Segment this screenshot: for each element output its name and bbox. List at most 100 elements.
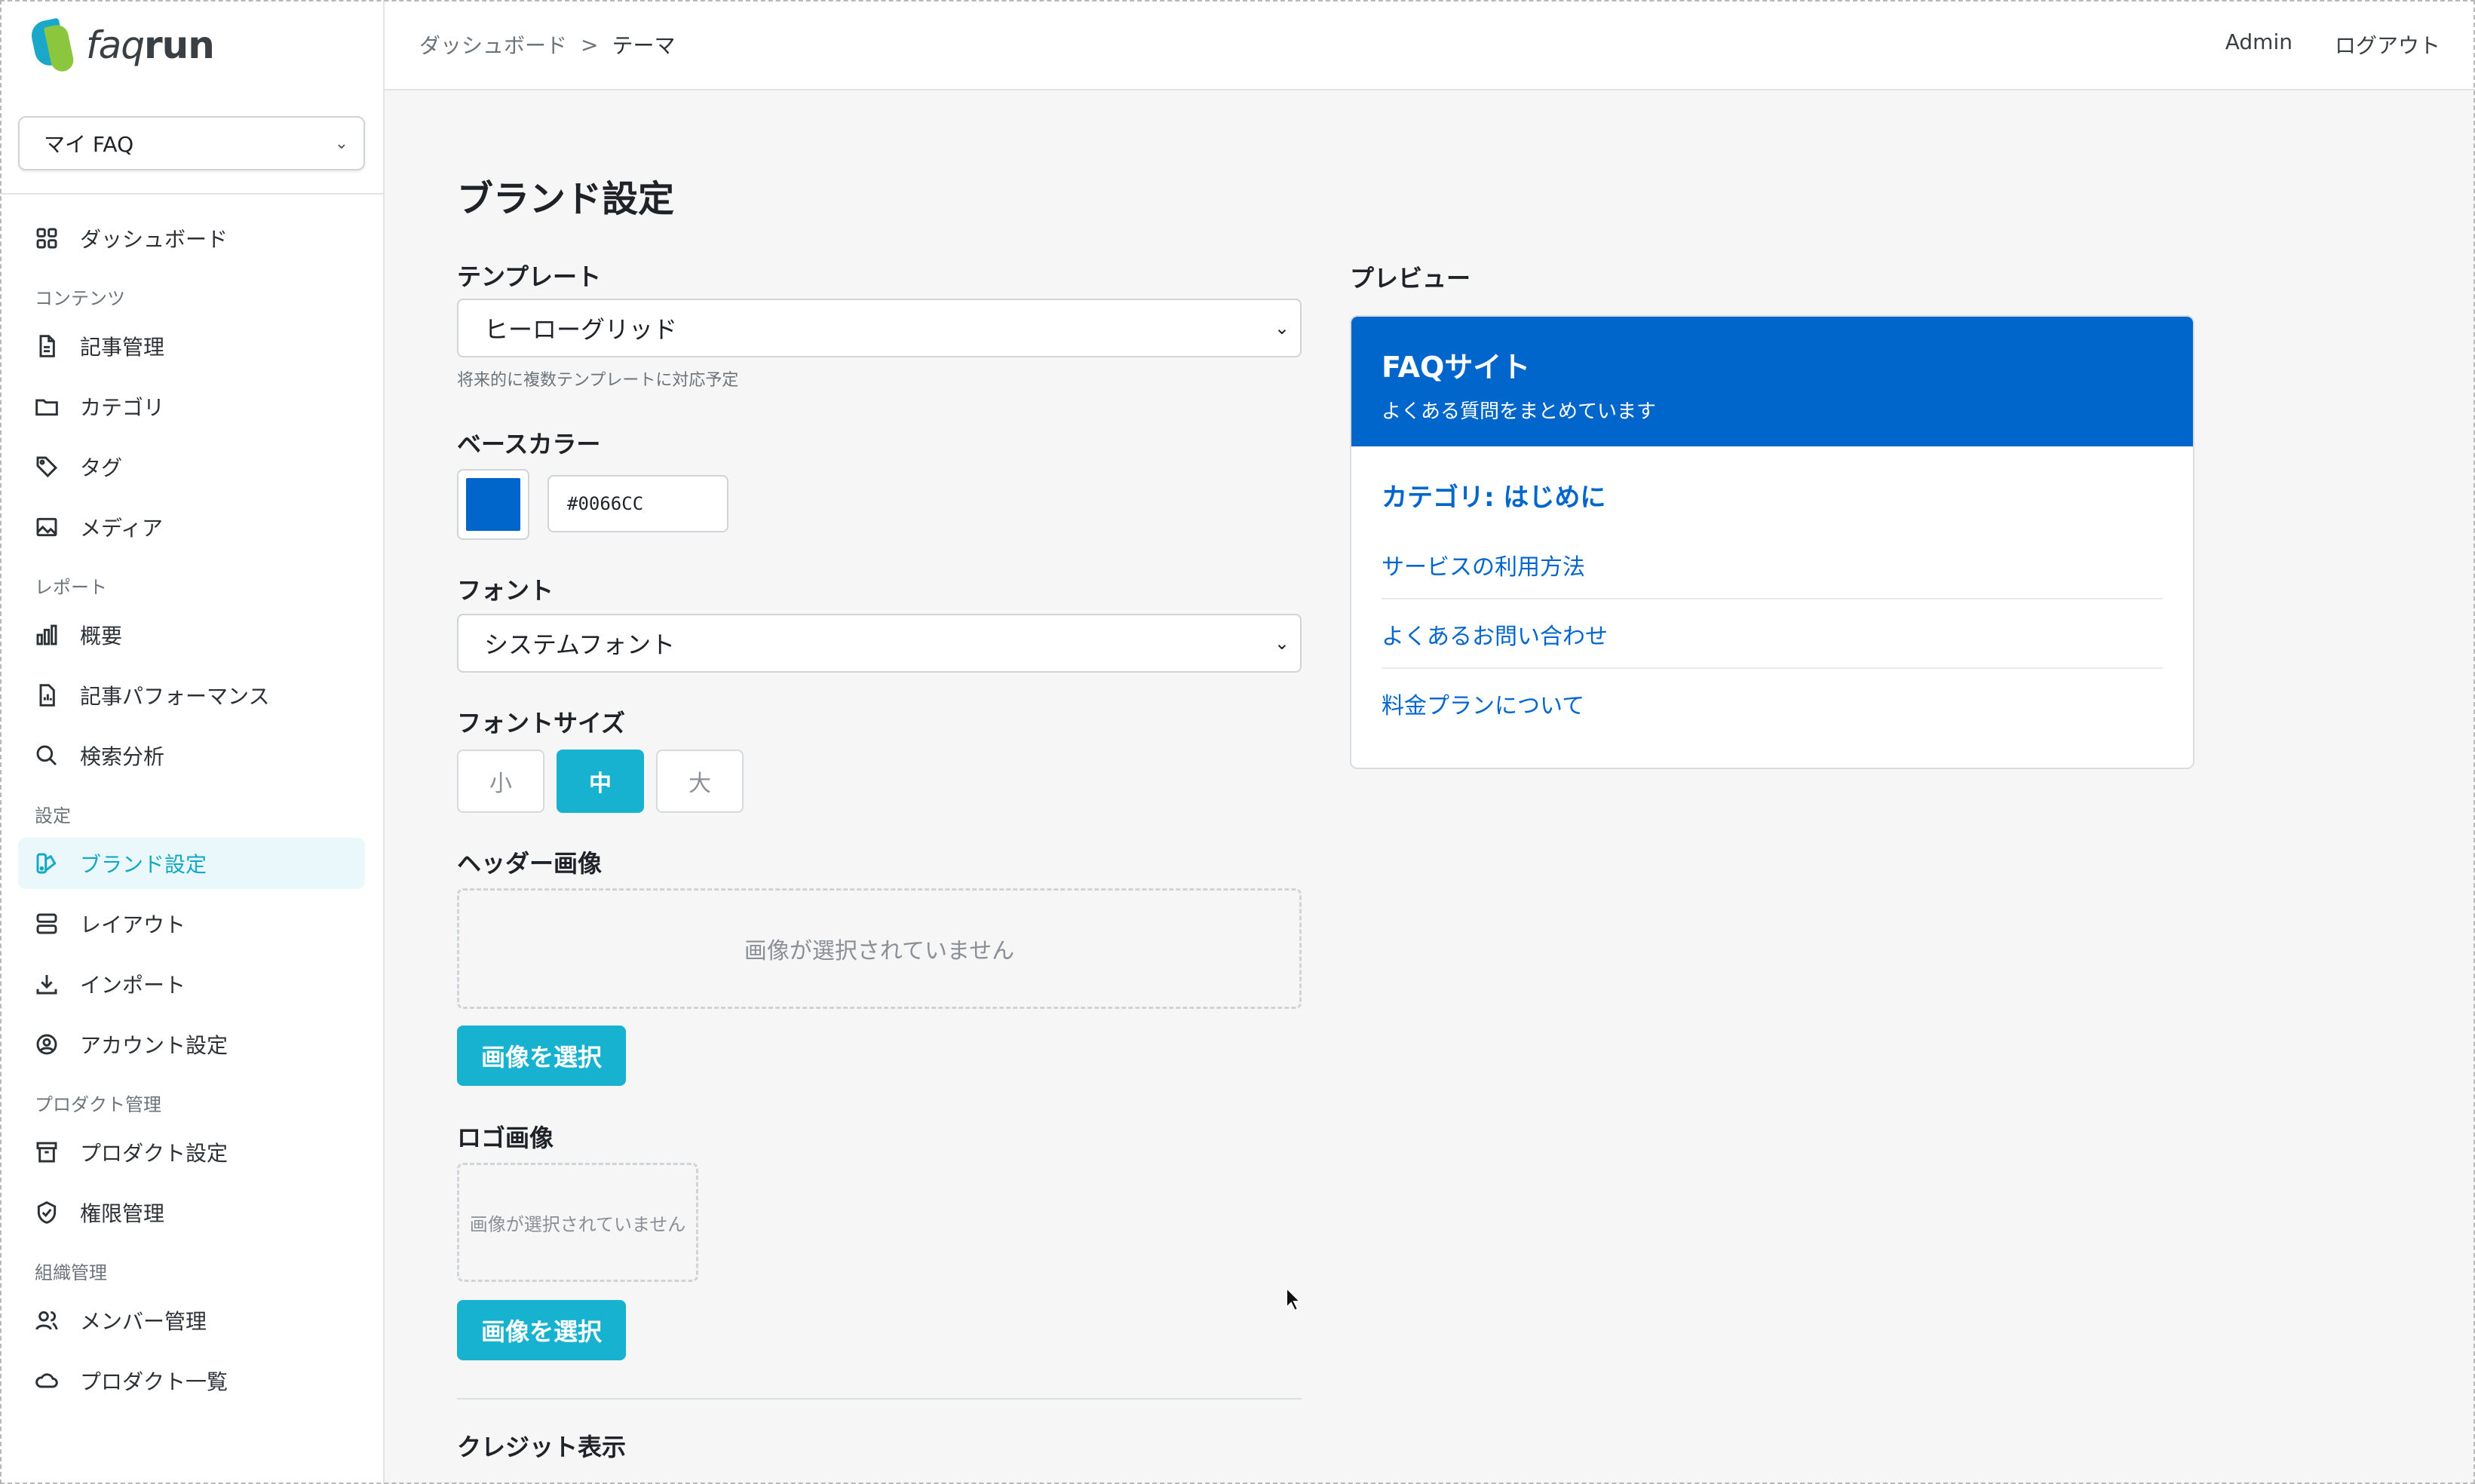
sidebar-item-label: ダッシュボード (80, 227, 228, 252)
section-product: プロダクト管理 (35, 1094, 161, 1115)
header-image-dropzone[interactable]: 画像が選択されていません (457, 888, 1302, 1009)
logo[interactable]: faqrun (0, 0, 383, 90)
search-icon (35, 744, 59, 768)
breadcrumb-current: テーマ (612, 33, 676, 58)
template-select[interactable]: ヒーローグリッド ⌄ (457, 299, 1302, 357)
font-size-large-button[interactable]: 大 (656, 750, 744, 813)
select-logo-image-button[interactable]: 画像を選択 (457, 1300, 627, 1360)
sidebar-item-dashboard[interactable]: ダッシュボード (18, 213, 365, 264)
sidebar-item-import[interactable]: インポート (18, 958, 365, 1010)
sidebar-item-label: アカウント設定 (80, 1033, 228, 1058)
mouse-cursor-icon (1286, 1286, 1302, 1312)
logo-text: faqrun (86, 23, 215, 67)
credit-label: クレジット表示 (457, 1433, 627, 1461)
template-label: テンプレート (457, 262, 602, 291)
template-select-value: ヒーローグリッド (484, 315, 678, 344)
sidebar-item-label: 検索分析 (80, 744, 165, 769)
breadcrumb-dashboard[interactable]: ダッシュボード (419, 29, 567, 60)
sidebar-item-articles[interactable]: 記事管理 (18, 320, 365, 372)
preview-link[interactable]: 料金プランについて (1382, 669, 2163, 737)
image-icon (35, 515, 59, 539)
sidebar-item-label: インポート (80, 973, 186, 998)
preview-header: FAQサイト よくある質問をまとめています (1351, 317, 2193, 446)
faqrun-logo-icon (29, 17, 76, 74)
download-icon (35, 972, 59, 996)
font-size-small-button[interactable]: 小 (457, 750, 544, 813)
sidebar-item-label: ブランド設定 (80, 852, 207, 877)
preview-site-title: FAQサイト (1382, 351, 1531, 384)
breadcrumb: ダッシュボード > テーマ (419, 29, 676, 60)
sidebar-item-label: プロダクト一覧 (80, 1369, 228, 1394)
project-select-value: マイ FAQ (44, 132, 134, 157)
section-org: 組織管理 (35, 1262, 107, 1283)
shield-check-icon (35, 1200, 59, 1225)
sidebar-item-layout[interactable]: レイアウト (18, 898, 365, 949)
font-select[interactable]: システムフォント ⌄ (457, 614, 1302, 673)
sidebar-item-label: 記事管理 (80, 335, 165, 360)
sidebar: faqrun マイ FAQ ⌄ ダッシュボード コンテンツ 記事管理 カテゴリ … (0, 0, 385, 1484)
color-picker-swatch[interactable] (457, 469, 529, 540)
sidebar-item-search-analysis[interactable]: 検索分析 (18, 730, 365, 781)
sidebar-item-label: 権限管理 (80, 1201, 165, 1226)
sidebar-item-account-settings[interactable]: アカウント設定 (18, 1019, 365, 1070)
preview-site-subtitle: よくある質問をまとめています (1382, 400, 1657, 423)
grid-icon (35, 226, 59, 250)
users-icon (35, 1308, 59, 1332)
color-swatch-fill (466, 478, 520, 531)
folder-icon (35, 394, 59, 419)
sidebar-item-permissions[interactable]: 権限管理 (18, 1187, 365, 1238)
sidebar-item-brand-settings[interactable]: ブランド設定 (18, 838, 365, 889)
bar-chart-icon (35, 623, 59, 647)
header-image-empty-text: 画像が選択されていません (744, 938, 1015, 964)
header-image-label: ヘッダー画像 (457, 849, 603, 878)
sidebar-item-product-settings[interactable]: プロダクト設定 (18, 1127, 365, 1178)
sidebar-item-label: カテゴリ (80, 395, 165, 420)
sidebar-item-tags[interactable]: タグ (18, 441, 365, 492)
sidebar-item-members[interactable]: メンバー管理 (18, 1295, 365, 1346)
breadcrumb-separator: > (581, 32, 599, 57)
select-header-image-button[interactable]: 画像を選択 (457, 1026, 627, 1086)
section-divider (457, 1398, 1302, 1400)
logo-image-label: ロゴ画像 (457, 1124, 554, 1152)
sidebar-item-overview[interactable]: 概要 (18, 609, 365, 661)
document-icon (35, 334, 59, 358)
font-select-value: システムフォント (484, 630, 676, 659)
section-reports: レポート (35, 577, 107, 598)
preview-body: カテゴリ: はじめに サービスの利用方法 よくあるお問い合わせ 料金プランについ… (1351, 446, 2193, 767)
logo-image-dropzone[interactable]: 画像が選択されていません (457, 1163, 698, 1282)
font-size-label: フォントサイズ (457, 709, 626, 737)
sidebar-item-label: レイアウト (80, 912, 186, 937)
logout-link[interactable]: ログアウト (2335, 29, 2440, 60)
archive-icon (35, 1140, 59, 1164)
sidebar-item-label: メンバー管理 (80, 1309, 207, 1334)
chevron-down-icon: ⌄ (334, 133, 348, 153)
font-size-medium-button[interactable]: 中 (557, 750, 644, 813)
document-chart-icon (35, 683, 59, 707)
top-bar: ダッシュボード > テーマ Admin ログアウト (385, 0, 2475, 90)
sidebar-nav: ダッシュボード コンテンツ 記事管理 カテゴリ タグ メディア レポート 概要 … (0, 195, 383, 1406)
user-name[interactable]: Admin (2225, 29, 2293, 60)
sidebar-item-article-performance[interactable]: 記事パフォーマンス (18, 670, 365, 721)
cloud-icon (35, 1369, 59, 1393)
sidebar-item-media[interactable]: メディア (18, 501, 365, 553)
base-color-input[interactable]: #0066CC (547, 475, 728, 532)
template-hint: 将来的に複数テンプレートに対応予定 (457, 371, 739, 390)
sidebar-item-label: 概要 (80, 624, 123, 648)
sidebar-item-label: 記事パフォーマンス (80, 684, 270, 709)
section-settings: 設定 (35, 805, 71, 826)
sidebar-item-categories[interactable]: カテゴリ (18, 381, 365, 432)
preview-link[interactable]: よくあるお問い合わせ (1382, 599, 2163, 669)
base-color-value: #0066CC (567, 493, 644, 514)
user-menu: Admin ログアウト (2225, 29, 2440, 60)
logo-image-empty-text: 画像が選択されていません (469, 1213, 686, 1235)
layout-icon (35, 912, 59, 936)
font-label: フォント (457, 576, 554, 605)
preview-label: プレビュー (1350, 264, 1471, 293)
project-select[interactable]: マイ FAQ ⌄ (18, 116, 365, 170)
base-color-label: ベースカラー (457, 430, 601, 458)
sidebar-item-label: プロダクト設定 (80, 1141, 228, 1166)
preview-link[interactable]: サービスの利用方法 (1382, 530, 2163, 599)
sidebar-item-product-list[interactable]: プロダクト一覧 (18, 1355, 365, 1406)
palette-icon (35, 851, 59, 875)
user-circle-icon (35, 1032, 59, 1056)
